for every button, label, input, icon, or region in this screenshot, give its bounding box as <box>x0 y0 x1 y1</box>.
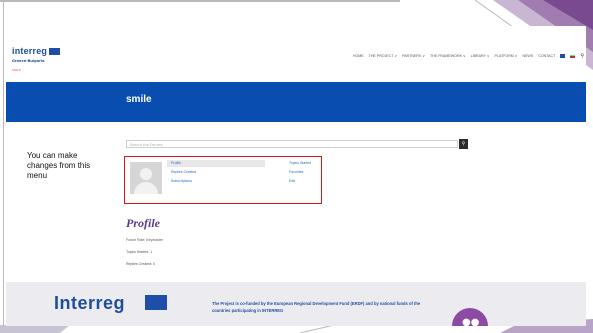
forum-role: Forum Role: Keymaster <box>126 238 163 242</box>
search-icon: ⚲ <box>461 141 466 147</box>
avatar <box>130 162 162 194</box>
menu-subscriptions[interactable]: Subscriptions <box>171 179 192 183</box>
site-footer: Interreg The Project is co-funded by the… <box>6 282 586 326</box>
search-icon[interactable]: ⚲ <box>580 53 584 59</box>
footer-badge[interactable]: ●● <box>452 308 488 326</box>
nav-library[interactable]: LIBRARY ∨ <box>471 54 490 58</box>
site-logo[interactable]: interreg <box>12 46 61 56</box>
eu-flag-icon <box>49 48 61 56</box>
footer-logo: Interreg <box>54 293 126 313</box>
people-icon: ●● <box>462 317 480 326</box>
topics-started-count: Topics Started: 1 <box>126 250 153 254</box>
menu-favorites[interactable]: Favorites <box>289 170 303 174</box>
main-navigation: HOME THE PROJECT ∨ PARTNERS ∨ THE FRAMEW… <box>353 53 584 59</box>
menu-profile[interactable]: Profile <box>171 161 181 165</box>
footer-funding-text: The Project is co-funded by the European… <box>212 301 421 313</box>
site-header: interreg Greece-Bulgaria SMILE HOME THE … <box>6 26 586 82</box>
active-menu-highlight <box>167 160 265 167</box>
avatar-head-shape <box>140 168 152 180</box>
page-banner: smile <box>6 82 586 122</box>
replies-created-count: Replies Created: 0 <box>126 262 155 266</box>
profile-menu-highlight: Profile Replies Created Subscriptions To… <box>124 156 322 204</box>
nav-contact[interactable]: CONTACT <box>538 54 555 58</box>
nav-news[interactable]: NEWS <box>522 54 533 58</box>
slide-left-line <box>3 0 4 333</box>
nav-platform[interactable]: PLATFORM ∨ <box>495 54 518 58</box>
english-flag-icon[interactable] <box>560 54 566 58</box>
menu-topics-started[interactable]: Topics Started <box>289 161 311 165</box>
slide-annotation: You can make changes from this menu <box>27 151 91 180</box>
forum-search-input[interactable]: Search the Forums <box>126 140 458 148</box>
eu-flag-icon <box>145 295 167 310</box>
presentation-slide: interreg Greece-Bulgaria SMILE HOME THE … <box>0 0 593 333</box>
menu-replies-created[interactable]: Replies Created <box>171 170 196 174</box>
nav-partners[interactable]: PARTNERS ∨ <box>402 54 425 58</box>
page-title: smile <box>126 94 152 105</box>
nav-the-project[interactable]: THE PROJECT ∨ <box>369 54 398 58</box>
menu-edit[interactable]: Edit <box>289 179 295 183</box>
logo-subtitle: Greece-Bulgaria <box>12 59 45 63</box>
avatar-body-shape <box>134 182 158 194</box>
nav-the-framework[interactable]: THE FRAMEWORK ∨ <box>430 54 466 58</box>
search-button[interactable]: ⚲ <box>459 139 468 149</box>
logo-small-text: SMILE <box>12 68 21 72</box>
profile-heading: Profile <box>126 216 160 230</box>
bulgarian-flag-icon[interactable] <box>570 54 576 58</box>
nav-home[interactable]: HOME <box>353 54 364 58</box>
slide-top-line <box>0 0 400 2</box>
